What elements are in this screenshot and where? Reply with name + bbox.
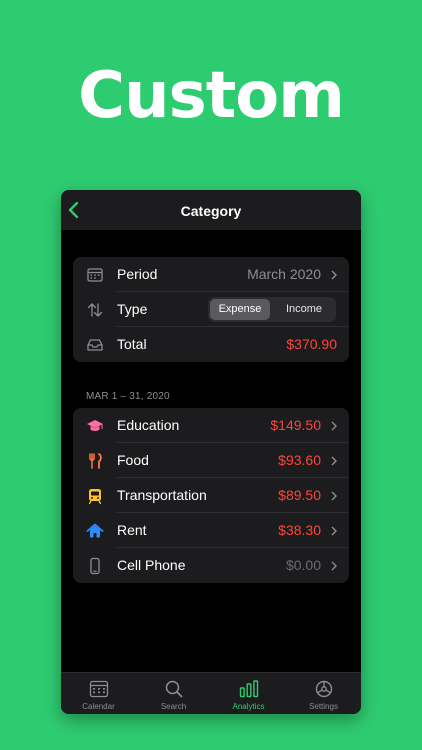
chevron-right-icon bbox=[331, 270, 337, 280]
chevron-right-icon bbox=[331, 561, 337, 571]
category-row-food[interactable]: Food $93.60 bbox=[73, 443, 349, 478]
house-icon bbox=[86, 523, 104, 538]
total-row: Total $370.90 bbox=[73, 327, 349, 362]
chevron-right-icon bbox=[331, 491, 337, 501]
headline: Custom bbox=[78, 59, 345, 133]
tab-label: Calendar bbox=[82, 702, 115, 711]
tab-label: Analytics bbox=[232, 702, 265, 711]
calendar-icon bbox=[87, 268, 103, 282]
nav-title: Category bbox=[180, 203, 242, 219]
category-row-transportation[interactable]: Transportation $89.50 bbox=[73, 478, 349, 513]
segment-expense[interactable]: Expense bbox=[210, 299, 270, 320]
category-label: Food bbox=[117, 452, 149, 468]
type-row: Type Expense Income bbox=[73, 292, 349, 327]
period-label: Period bbox=[117, 266, 158, 282]
magnifier-icon bbox=[165, 680, 183, 698]
tray-icon bbox=[87, 339, 103, 351]
chevron-right-icon bbox=[331, 456, 337, 466]
type-label: Type bbox=[117, 301, 148, 317]
tab-analytics[interactable]: Analytics bbox=[211, 673, 286, 714]
calendar-icon bbox=[89, 680, 109, 698]
gear-icon bbox=[315, 680, 333, 698]
category-amount: $149.50 bbox=[270, 417, 321, 433]
train-icon bbox=[88, 489, 102, 505]
category-row-rent[interactable]: Rent $38.30 bbox=[73, 513, 349, 548]
tab-settings[interactable]: Settings bbox=[286, 673, 361, 714]
tab-label: Search bbox=[160, 702, 187, 711]
category-label: Rent bbox=[117, 522, 147, 538]
category-amount: $89.50 bbox=[278, 487, 321, 503]
period-row[interactable]: Period March 2020 bbox=[73, 257, 349, 292]
section-header: MAR 1 – 31, 2020 bbox=[86, 391, 170, 402]
total-value: $370.90 bbox=[286, 336, 337, 352]
category-row-education[interactable]: Education $149.50 bbox=[73, 408, 349, 443]
category-group: Education $149.50 Food $93.60 Transporta… bbox=[73, 408, 349, 583]
sort-arrows-icon bbox=[87, 303, 103, 317]
category-label: Transportation bbox=[117, 487, 207, 503]
category-label: Education bbox=[117, 417, 180, 433]
tab-bar: Calendar Search Analytics Settings bbox=[61, 672, 361, 714]
bar-chart-icon bbox=[239, 680, 259, 698]
tab-calendar[interactable]: Calendar bbox=[61, 673, 136, 714]
total-label: Total bbox=[117, 336, 147, 352]
segment-income[interactable]: Income bbox=[274, 299, 334, 320]
phone-icon bbox=[90, 557, 100, 575]
type-segmented-control: Expense Income bbox=[208, 297, 336, 322]
period-value: March 2020 bbox=[247, 266, 321, 282]
phone-screen: Category Period March 2020 Type Expense … bbox=[61, 190, 361, 714]
chevron-right-icon bbox=[331, 526, 337, 536]
nav-bar: Category bbox=[61, 190, 361, 230]
summary-group: Period March 2020 Type Expense Income To… bbox=[73, 257, 349, 362]
tab-search[interactable]: Search bbox=[136, 673, 211, 714]
chevron-right-icon bbox=[331, 421, 337, 431]
tab-label: Settings bbox=[309, 702, 338, 711]
graduation-cap-icon bbox=[87, 420, 103, 431]
category-row-cell-phone[interactable]: Cell Phone $0.00 bbox=[73, 548, 349, 583]
category-label: Cell Phone bbox=[117, 557, 186, 573]
category-amount: $93.60 bbox=[278, 452, 321, 468]
fork-knife-icon bbox=[89, 453, 102, 469]
category-amount: $0.00 bbox=[285, 557, 321, 573]
category-amount: $38.30 bbox=[278, 522, 321, 538]
